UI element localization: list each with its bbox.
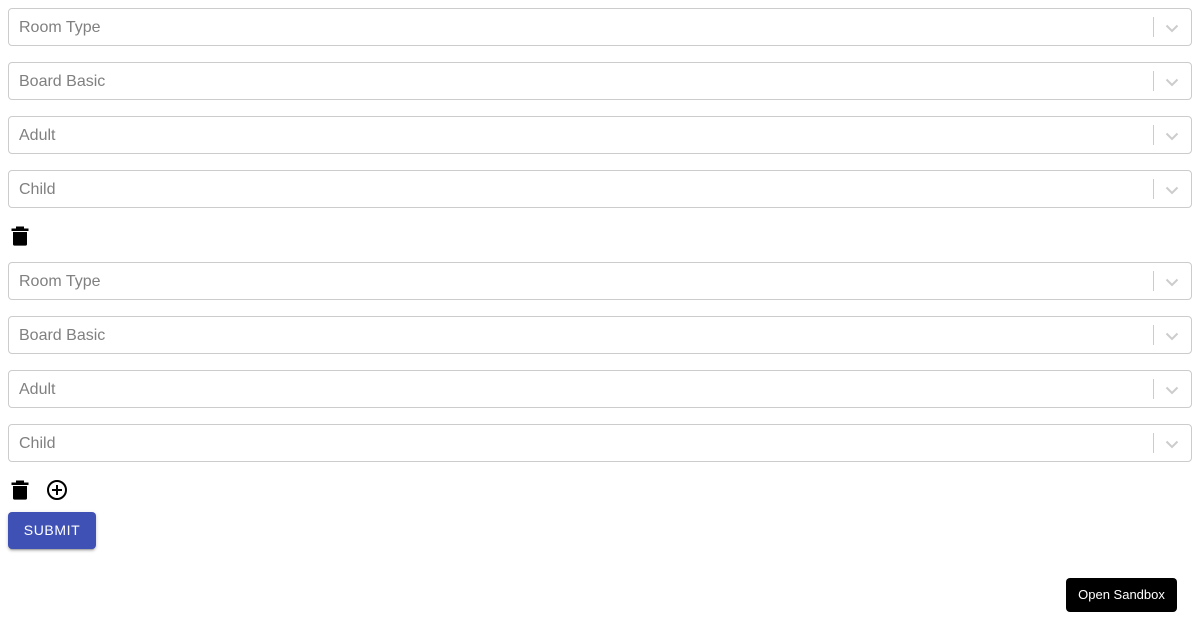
board-select[interactable]: Board Basic xyxy=(8,62,1192,100)
indicator-separator xyxy=(1153,433,1154,453)
room-form: Room Type Board Basic Adult Child Room T… xyxy=(8,8,1192,506)
select-placeholder: Room Type xyxy=(19,273,101,290)
select-placeholder: Board Basic xyxy=(19,73,106,90)
room-actions xyxy=(8,220,1192,252)
select-placeholder: Child xyxy=(19,181,56,198)
room-type-select[interactable]: Room Type xyxy=(8,8,1192,46)
add-circle-icon[interactable] xyxy=(46,478,68,502)
room-group-1: Room Type Board Basic Adult Child xyxy=(8,8,1192,252)
chevron-down-icon[interactable] xyxy=(1162,326,1182,346)
select-placeholder: Board Basic xyxy=(19,327,106,344)
room-group-2: Room Type Board Basic Adult Child xyxy=(8,262,1192,506)
page: Room Type Board Basic Adult Child Room T… xyxy=(0,0,1200,630)
submit-button[interactable]: SUBMIT xyxy=(8,512,96,549)
indicator-separator xyxy=(1153,271,1154,291)
indicator-separator xyxy=(1153,379,1154,399)
chevron-down-icon[interactable] xyxy=(1162,72,1182,92)
child-select[interactable]: Child xyxy=(8,424,1192,462)
chevron-down-icon[interactable] xyxy=(1162,126,1182,146)
adult-select[interactable]: Adult xyxy=(8,370,1192,408)
delete-icon[interactable] xyxy=(8,478,32,502)
chevron-down-icon[interactable] xyxy=(1162,380,1182,400)
delete-icon[interactable] xyxy=(8,224,32,248)
chevron-down-icon[interactable] xyxy=(1162,434,1182,454)
indicator-separator xyxy=(1153,325,1154,345)
adult-select[interactable]: Adult xyxy=(8,116,1192,154)
board-select[interactable]: Board Basic xyxy=(8,316,1192,354)
indicator-separator xyxy=(1153,179,1154,199)
chevron-down-icon[interactable] xyxy=(1162,180,1182,200)
child-select[interactable]: Child xyxy=(8,170,1192,208)
open-sandbox-button[interactable]: Open Sandbox xyxy=(1066,578,1177,612)
room-type-select[interactable]: Room Type xyxy=(8,262,1192,300)
select-placeholder: Adult xyxy=(19,381,56,398)
chevron-down-icon[interactable] xyxy=(1162,18,1182,38)
indicator-separator xyxy=(1153,125,1154,145)
select-placeholder: Adult xyxy=(19,127,56,144)
indicator-separator xyxy=(1153,17,1154,37)
indicator-separator xyxy=(1153,71,1154,91)
select-placeholder: Child xyxy=(19,435,56,452)
room-actions xyxy=(8,474,1192,506)
chevron-down-icon[interactable] xyxy=(1162,272,1182,292)
select-placeholder: Room Type xyxy=(19,19,101,36)
